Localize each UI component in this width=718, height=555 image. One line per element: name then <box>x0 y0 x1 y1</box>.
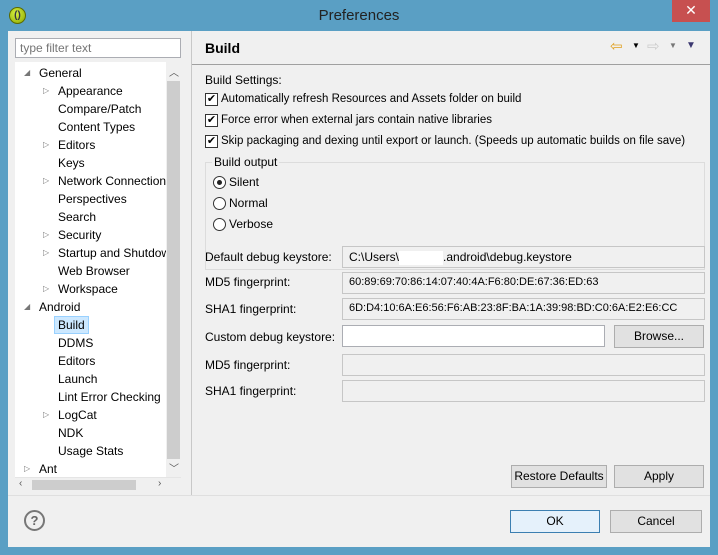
collapsed-triangle-icon[interactable]: ▷ <box>43 284 49 293</box>
back-menu-chevron-icon[interactable]: ▼ <box>632 41 640 50</box>
custom-sha1-field <box>342 380 705 402</box>
redacted-username <box>399 250 444 265</box>
sha1-field: 6D:D4:10:6A:E6:56:F6:AB:23:8F:BA:1A:39:9… <box>342 298 705 320</box>
build-settings-label: Build Settings: <box>205 73 282 87</box>
filter-input[interactable] <box>15 38 181 58</box>
help-icon[interactable]: ? <box>24 510 45 531</box>
expanded-triangle-icon[interactable]: ◢ <box>24 302 30 311</box>
build-output-label: Build output <box>212 155 280 169</box>
checkbox-label[interactable]: Force error when external jars contain n… <box>221 114 492 126</box>
tree-item[interactable]: Appearance <box>58 82 123 100</box>
scroll-right-icon[interactable]: › <box>158 478 161 489</box>
tree-item[interactable]: Usage Stats <box>58 442 123 460</box>
forward-menu-chevron-icon[interactable]: ▼ <box>669 41 677 50</box>
radio-label[interactable]: Silent <box>229 175 259 189</box>
restore-defaults-button[interactable]: Restore Defaults <box>511 465 607 488</box>
tree-item[interactable]: Editors <box>58 352 95 370</box>
checkbox[interactable]: ✔ <box>205 135 218 148</box>
forward-arrow-icon[interactable]: ⇨ <box>647 37 660 55</box>
tree-item[interactable]: Workspace <box>58 280 118 298</box>
tree-item[interactable]: NDK <box>58 424 83 442</box>
radio-label[interactable]: Verbose <box>229 217 273 231</box>
tree-item[interactable]: Perspectives <box>58 190 127 208</box>
collapsed-triangle-icon[interactable]: ▷ <box>43 176 49 185</box>
title-bar: () Preferences ✕ <box>0 0 718 31</box>
tree-hscroll-thumb[interactable] <box>32 480 136 490</box>
custom-keystore-label: Custom debug keystore: <box>205 330 336 344</box>
collapsed-triangle-icon[interactable]: ▷ <box>43 140 49 149</box>
tree-item[interactable]: LogCat <box>58 406 97 424</box>
collapsed-triangle-icon[interactable]: ▷ <box>43 410 49 419</box>
browse-button[interactable]: Browse... <box>614 325 704 348</box>
tree-item[interactable]: Network Connection <box>58 172 166 190</box>
tree-item[interactable]: Search <box>58 208 96 226</box>
tree-item[interactable]: Keys <box>58 154 85 172</box>
custom-md5-label: MD5 fingerprint: <box>205 358 291 372</box>
tree-item[interactable]: Build <box>54 316 89 334</box>
tree-item[interactable]: Startup and Shutdown <box>58 244 177 262</box>
sash-divider[interactable] <box>191 31 192 495</box>
sha1-label: SHA1 fingerprint: <box>205 302 297 316</box>
checkbox[interactable]: ✔ <box>205 114 218 127</box>
radio-normal[interactable] <box>213 197 226 210</box>
scroll-down-icon[interactable]: ﹀ <box>169 460 179 475</box>
custom-sha1-label: SHA1 fingerprint: <box>205 384 297 398</box>
radio-label[interactable]: Normal <box>229 196 268 210</box>
default-keystore-field: C:\Users\ .android\debug.keystore <box>342 246 705 268</box>
page-title: Build <box>205 40 240 56</box>
collapsed-triangle-icon[interactable]: ▷ <box>43 248 49 257</box>
tree-item[interactable]: Content Types <box>58 118 135 136</box>
tree-item[interactable]: Web Browser <box>58 262 130 280</box>
tree-item[interactable]: General <box>39 64 82 82</box>
custom-md5-field <box>342 354 705 376</box>
scroll-left-icon[interactable]: ‹ <box>19 478 22 489</box>
footer-divider <box>8 495 710 496</box>
tree-scroll-thumb[interactable] <box>167 81 180 459</box>
tree-item[interactable]: Editors <box>58 136 95 154</box>
page-header: Build ⇦ ▼ ⇨ ▼ ▼ <box>192 31 710 65</box>
tree-item[interactable]: Ant <box>39 460 57 477</box>
cancel-button[interactable]: Cancel <box>610 510 702 533</box>
collapsed-triangle-icon[interactable]: ▷ <box>24 464 30 473</box>
collapsed-triangle-icon[interactable]: ▷ <box>43 86 49 95</box>
tree-item[interactable]: Security <box>58 226 101 244</box>
checkbox-label[interactable]: Automatically refresh Resources and Asse… <box>221 93 521 105</box>
tree-item[interactable]: DDMS <box>58 334 93 352</box>
md5-label: MD5 fingerprint: <box>205 275 291 289</box>
expanded-triangle-icon[interactable]: ◢ <box>24 68 30 77</box>
dialog-client: ◢ General ▷ AppearanceCompare/PatchContent … <box>8 31 710 547</box>
back-arrow-icon[interactable]: ⇦ <box>610 37 623 55</box>
md5-field: 60:89:69:70:86:14:07:40:4A:F6:80:DE:67:3… <box>342 272 705 294</box>
tree-item[interactable]: Lint Error Checking <box>58 388 161 406</box>
checkbox[interactable]: ✔ <box>205 93 218 106</box>
default-keystore-label: Default debug keystore: <box>205 250 332 264</box>
tree-item[interactable]: Launch <box>58 370 97 388</box>
checkbox-label[interactable]: Skip packaging and dexing until export o… <box>221 135 685 147</box>
tree-item[interactable]: Android <box>39 298 80 316</box>
apply-button[interactable]: Apply <box>614 465 704 488</box>
close-button[interactable]: ✕ <box>672 0 710 22</box>
preference-tree: ◢ General ▷ Appearance Compare/Patch Content … <box>15 62 181 477</box>
ok-button[interactable]: OK <box>510 510 600 533</box>
close-icon: ✕ <box>685 2 697 18</box>
radio-verbose[interactable] <box>213 218 226 231</box>
tree-item[interactable]: Compare/Patch <box>58 100 141 118</box>
keystore-path-prefix: C:\Users\ <box>349 250 400 264</box>
view-menu-icon[interactable]: ▼ <box>686 40 696 51</box>
window-title: Preferences <box>318 7 400 24</box>
scroll-up-icon[interactable]: ︿ <box>169 64 179 79</box>
custom-keystore-input[interactable] <box>342 325 605 347</box>
collapsed-triangle-icon[interactable]: ▷ <box>43 230 49 239</box>
keystore-path-suffix: .android\debug.keystore <box>443 250 572 264</box>
radio-silent[interactable] <box>213 176 226 189</box>
